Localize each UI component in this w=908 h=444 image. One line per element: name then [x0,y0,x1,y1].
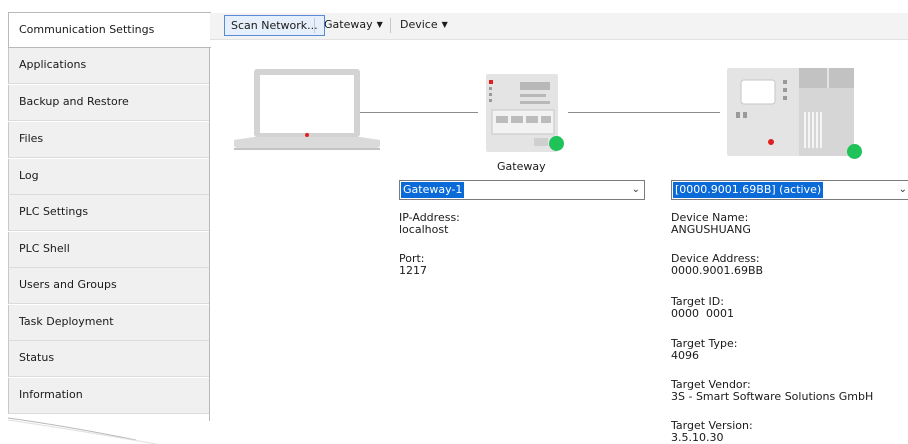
chevron-down-icon: ⌄ [631,184,640,195]
nav-item-label: Communication Settings [19,23,155,36]
gateway-select-value: Gateway-1 [401,182,465,198]
device-name-info: Device Name: ANGUSHUANG [671,212,751,236]
nav-item-label: PLC Shell [19,242,70,255]
device-select-value: [0000.9001.69BB] (active) [673,182,824,198]
gateway-port-info: Port: 1217 [399,253,427,277]
target-version-value: 3.5.10.30 [671,431,724,444]
target-type-info: Target Type: 4096 [671,338,738,362]
dropdown-arrow-icon: ▼ [376,20,383,29]
nav-item-task-deployment[interactable]: Task Deployment [8,305,210,341]
computer-icon [234,69,380,150]
target-id-value: 0000 0001 [671,307,734,320]
chevron-down-icon: ⌄ [898,184,907,195]
nav-item-files[interactable]: Files [8,122,210,158]
nav-item-plc-settings[interactable]: PLC Settings [8,195,210,231]
nav-item-label: Information [19,388,83,401]
device-select[interactable]: [0000.9001.69BB] (active) ⌄ [671,180,908,200]
nav-item-applications[interactable]: Applications [8,48,210,84]
nav-item-label: Backup and Restore [19,95,129,108]
connection-line [568,112,720,113]
gateway-menu-label: Gateway [324,18,373,31]
nav-item-plc-shell[interactable]: PLC Shell [8,232,210,268]
gateway-status-indicator [549,136,564,151]
toolbar-separator [390,18,391,33]
gateway-ip-info: IP-Address: localhost [399,212,460,236]
plc-device-icon [727,68,854,156]
target-vendor-value: 3S - Smart Software Solutions GmbH [671,390,874,403]
scan-network-label: Scan Network... [231,19,318,32]
target-type-value: 4096 [671,349,699,362]
device-address-value: 0000.9001.69BB [671,264,764,277]
device-address-info: Device Address: 0000.9001.69BB [671,253,763,277]
port-value: 1217 [399,264,427,277]
nav-item-label: Status [19,351,55,364]
nav-item-label: Task Deployment [19,315,114,328]
dropdown-arrow-icon: ▼ [441,20,448,29]
nav-item-label: Files [19,132,44,145]
target-id-info: Target ID: 0000 0001 [671,296,734,320]
settings-navigation: Communication Settings Applications Back… [0,0,211,444]
nav-item-label: Users and Groups [19,278,117,291]
scan-network-button[interactable]: Scan Network... [224,15,325,36]
gateway-select[interactable]: Gateway-1 ⌄ [399,180,645,200]
gateway-caption: Gateway [497,160,546,173]
communication-settings-panel: Gateway Gateway-1 ⌄ [0000.9001.69BB] (ac… [210,40,908,444]
nav-item-label: PLC Settings [19,205,89,218]
ip-address-value: localhost [399,223,449,236]
target-vendor-info: Target Vendor: 3S - Smart Software Solut… [671,379,873,403]
device-status-indicator [847,144,862,159]
device-name-value: ANGUSHUANG [671,223,751,236]
nav-item-label: Applications [19,58,87,71]
target-version-info: Target Version: 3.5.10.30 [671,420,753,444]
gateway-menu-button[interactable]: Gateway ▼ [318,15,389,35]
nav-item-status[interactable]: Status [8,341,210,377]
nav-item-label: Log [19,169,39,182]
device-menu-button[interactable]: Device ▼ [394,15,454,35]
toolbar: Scan Network... Gateway ▼ Device ▼ [210,13,908,40]
nav-item-log[interactable]: Log [8,159,210,195]
nav-item-users-groups[interactable]: Users and Groups [8,268,210,304]
page-curl-decoration [7,417,157,444]
nav-item-information[interactable]: Information [8,378,210,414]
nav-item-communication-settings[interactable]: Communication Settings [8,12,211,48]
device-menu-label: Device [400,18,438,31]
toolbar-separator [314,18,315,33]
nav-item-backup-restore[interactable]: Backup and Restore [8,85,210,121]
